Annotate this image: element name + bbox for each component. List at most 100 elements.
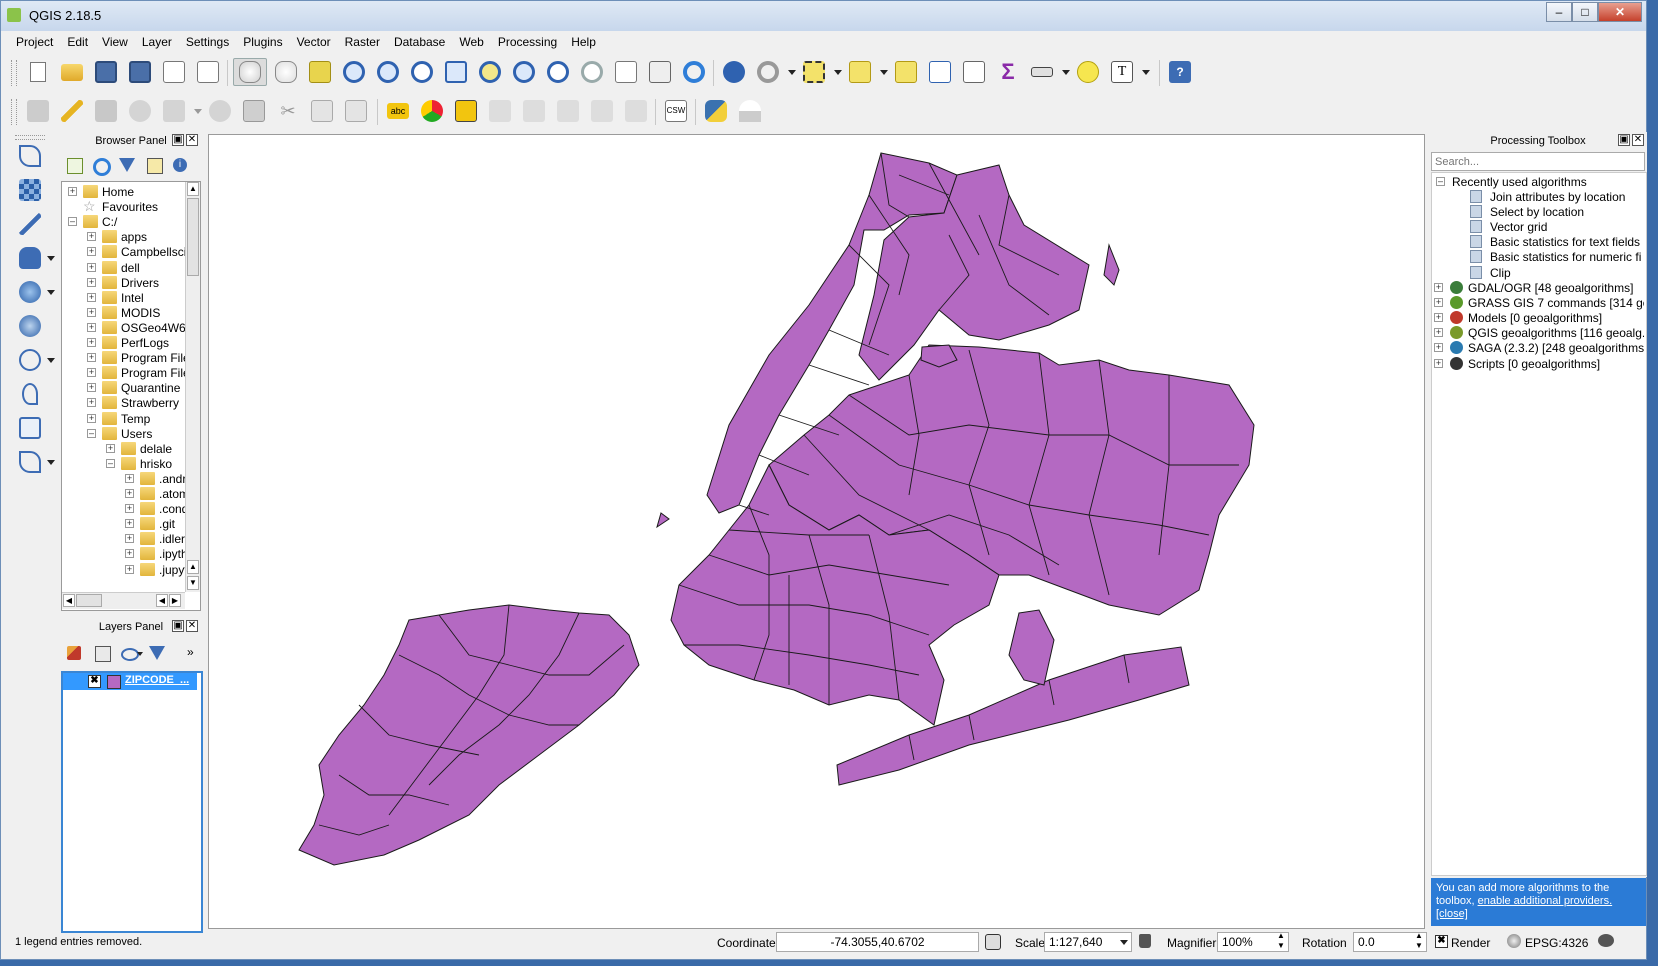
current-edits-button[interactable] [23, 97, 53, 125]
provider-item[interactable]: + QGIS geoalgorithms [116 geoalg... [1434, 325, 1644, 341]
pan-to-selected-button[interactable] [305, 58, 335, 86]
close-panel-button[interactable]: ✕ [1632, 134, 1644, 146]
menu-project[interactable]: Project [9, 32, 60, 52]
expand-icon[interactable]: + [1434, 358, 1443, 368]
chevron-down-icon[interactable] [137, 652, 143, 656]
expand-icon[interactable]: + [125, 504, 134, 514]
select-by-expression-button[interactable] [845, 58, 875, 86]
zoom-to-layer-button[interactable] [509, 58, 539, 86]
open-project-button[interactable] [57, 58, 87, 86]
layer-symbol-swatch[interactable] [107, 675, 121, 689]
expand-icon[interactable]: + [87, 398, 96, 408]
provider-item[interactable]: + SAGA (2.3.2) [248 geoalgorithms] [1434, 340, 1644, 356]
provider-item[interactable]: + GRASS GIS 7 commands [314 ge... [1434, 295, 1644, 311]
python-console-button[interactable] [701, 97, 731, 125]
new-shapefile-button[interactable] [15, 413, 45, 443]
browser-item[interactable]: + Strawberry [62, 395, 184, 411]
spin-up-icon[interactable]: ▲ [1415, 931, 1423, 940]
delete-selected-button[interactable] [239, 97, 269, 125]
provider-item[interactable]: + Scripts [0 geoalgorithms] [1434, 356, 1644, 372]
expand-icon[interactable]: + [106, 443, 115, 453]
expand-icon[interactable]: + [87, 383, 96, 393]
chevron-down-icon[interactable] [47, 290, 55, 295]
toggle-editing-button[interactable] [57, 97, 87, 125]
scroll-right-icon[interactable]: ▶ [169, 594, 181, 607]
zoom-native-button[interactable] [407, 58, 437, 86]
recent-algorithm-item[interactable]: Basic statistics for text fields [1470, 234, 1642, 250]
menu-settings[interactable]: Settings [179, 32, 236, 52]
menu-layer[interactable]: Layer [135, 32, 179, 52]
layer-diagram-button[interactable] [417, 97, 447, 125]
browser-item[interactable]: + .android [62, 471, 200, 487]
browser-item[interactable]: + OSGeo4W64 [62, 320, 192, 336]
browser-item[interactable]: + .jupyter [62, 562, 198, 578]
expand-icon[interactable]: + [87, 277, 96, 287]
scrollbar-thumb[interactable] [76, 594, 102, 607]
menu-view[interactable]: View [95, 32, 135, 52]
zipcode-polygon[interactable] [1008, 609, 1055, 686]
composer-manager-button[interactable] [193, 58, 223, 86]
expand-icon[interactable]: + [1434, 313, 1443, 323]
info-icon[interactable]: i [173, 158, 187, 172]
zipcode-polygon[interactable] [656, 512, 670, 529]
browser-item[interactable]: – Users [62, 426, 184, 442]
statistical-summary-button[interactable]: Σ [993, 58, 1023, 86]
collapse-icon[interactable]: – [106, 458, 115, 468]
menu-edit[interactable]: Edit [60, 32, 95, 52]
pan-map-button[interactable] [233, 58, 267, 86]
new-print-composer-button[interactable] [159, 58, 189, 86]
move-label-button[interactable] [553, 97, 583, 125]
copy-features-button[interactable] [307, 97, 337, 125]
menu-help[interactable]: Help [564, 32, 603, 52]
enable-providers-link[interactable]: enable additional providers. [1478, 895, 1613, 907]
add-postgis-layer-button[interactable] [15, 243, 45, 273]
expand-icon[interactable]: + [87, 413, 96, 423]
chevron-down-icon[interactable] [47, 358, 55, 363]
browser-item[interactable]: + .atom [62, 486, 189, 502]
add-group-icon[interactable] [95, 646, 111, 662]
expand-icon[interactable]: + [87, 247, 96, 257]
add-layer-icon[interactable] [67, 158, 83, 174]
recent-algorithm-item[interactable]: Join attributes by location [1470, 189, 1642, 205]
save-project-button[interactable] [91, 58, 121, 86]
browser-item[interactable]: + delale [62, 441, 184, 457]
layer-name[interactable]: ZIPCODE_... [125, 674, 189, 686]
save-as-button[interactable] [125, 58, 155, 86]
filter-icon[interactable] [119, 158, 135, 172]
map-canvas[interactable] [208, 134, 1425, 929]
spin-up-icon[interactable]: ▲ [1277, 931, 1285, 940]
provider-item[interactable]: + GDAL/OGR [48 geoalgorithms] [1434, 280, 1644, 296]
menu-processing[interactable]: Processing [491, 32, 564, 52]
expand-icon[interactable]: + [87, 307, 96, 317]
style-brush-icon[interactable] [67, 646, 81, 660]
move-feature-button[interactable] [159, 97, 189, 125]
menu-vector[interactable]: Vector [290, 32, 338, 52]
new-project-button[interactable] [23, 58, 53, 86]
scroll-left-icon[interactable]: ◀ [156, 594, 168, 607]
attribute-table-button[interactable] [925, 58, 955, 86]
expand-icon[interactable]: + [68, 187, 77, 196]
browser-item[interactable]: – hrisko [62, 456, 184, 472]
chevron-down-icon[interactable] [834, 70, 842, 75]
recent-algorithm-item[interactable]: Select by location [1470, 204, 1642, 220]
zoom-to-selection-button[interactable] [475, 58, 505, 86]
expand-icon[interactable]: + [125, 489, 134, 498]
zoom-next-button[interactable] [577, 58, 607, 86]
browser-item[interactable]: + Drivers [62, 275, 184, 291]
float-panel-button[interactable]: ▣ [172, 134, 184, 146]
pan-to-selection-button[interactable] [271, 58, 301, 86]
crs-status[interactable]: EPSG:4326 [1525, 936, 1588, 950]
show-bookmarks-button[interactable] [645, 58, 675, 86]
select-features-button[interactable] [799, 58, 829, 86]
terrain-button[interactable] [735, 97, 765, 125]
browser-item[interactable]: + dell [62, 260, 184, 276]
scale-combo[interactable]: 1:127,640 [1044, 932, 1132, 952]
filter-icon[interactable] [149, 646, 165, 660]
expand-icon[interactable]: + [87, 292, 96, 302]
browser-item[interactable]: + Intel [62, 290, 184, 306]
messages-icon[interactable] [1598, 934, 1614, 947]
add-feature-button[interactable] [125, 97, 155, 125]
metasearch-button[interactable]: CSW [661, 97, 691, 125]
lock-icon[interactable] [1139, 934, 1151, 948]
action-button[interactable] [753, 58, 783, 86]
